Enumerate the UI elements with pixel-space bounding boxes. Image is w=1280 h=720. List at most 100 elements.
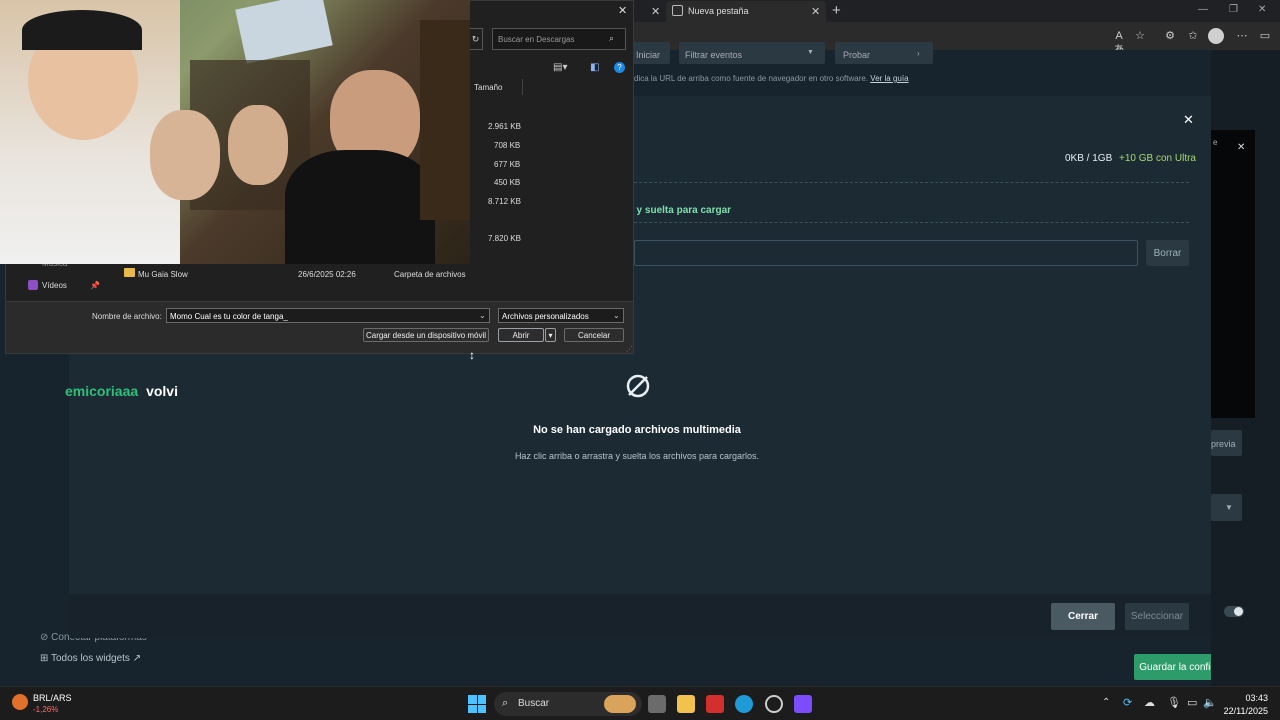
- link-icon: ⊘: [40, 632, 52, 643]
- chevron-up-icon[interactable]: ⌃: [1102, 697, 1110, 708]
- chevron-right-icon: ›: [917, 49, 920, 58]
- volume-icon[interactable]: 🔈: [1203, 696, 1217, 709]
- microphone-icon[interactable]: 🎙: [1167, 696, 1181, 709]
- person-middle: [150, 110, 220, 200]
- nav-item-videos[interactable]: Vídeos: [42, 281, 67, 290]
- cancel-button[interactable]: Cancelar: [564, 328, 624, 342]
- filename-label: Nombre de archivo:: [92, 312, 162, 321]
- search-label: Buscar: [518, 698, 550, 709]
- network-icon[interactable]: ▭: [1187, 696, 1197, 709]
- file-size: 450 KB: [494, 178, 521, 187]
- empty-title: No se han cargado archivos multimedia: [533, 424, 741, 436]
- new-tab-button[interactable]: +: [832, 2, 841, 19]
- favorites-icon[interactable]: ✩: [1186, 29, 1200, 43]
- test-button[interactable]: Probar ›: [835, 42, 933, 64]
- ticker-name[interactable]: BRL/ARS: [33, 693, 72, 703]
- menu-icon[interactable]: ⋯: [1235, 29, 1249, 43]
- start-icon[interactable]: [468, 695, 486, 713]
- pin-icon: 📌: [90, 281, 100, 290]
- profile-avatar[interactable]: [1208, 28, 1224, 44]
- close-button[interactable]: Cerrar: [1051, 603, 1115, 630]
- dropzone-border-top: [609, 182, 1189, 183]
- wps-office-icon[interactable]: [706, 695, 724, 713]
- tab-new[interactable]: Nueva pestaña ✕: [666, 1, 826, 22]
- task-view-icon[interactable]: [648, 695, 666, 713]
- file-type: Carpeta de archivos: [394, 270, 466, 279]
- modal-close-icon[interactable]: ✕: [1183, 112, 1194, 128]
- guide-link[interactable]: Ver la guía: [870, 74, 908, 83]
- clock-date[interactable]: 22/11/2025: [1220, 706, 1268, 716]
- view-options-icon[interactable]: ▤▾: [553, 62, 567, 73]
- file-size: 2.961 KB: [488, 122, 521, 131]
- hint-text: dica la URL de arriba como fuente de nav…: [634, 74, 909, 83]
- file-type-select[interactable]: Archivos personalizados ⌄: [498, 308, 624, 323]
- file-date: 26/6/2025 02:26: [298, 270, 356, 279]
- modal-footer: Cerrar Seleccionar: [69, 594, 1211, 638]
- external-link-icon: ↗: [129, 653, 142, 664]
- file-row[interactable]: Mu Gaia Slow 26/6/2025 02:26 Carpeta de …: [116, 265, 466, 283]
- taskbar-search[interactable]: ⌕ Buscar: [494, 692, 642, 716]
- filter-events-select[interactable]: Filtrar eventos ▼: [679, 42, 825, 64]
- file-explorer-icon[interactable]: [677, 695, 695, 713]
- toggle-switch[interactable]: [1224, 606, 1244, 617]
- nav-pane: Música Vídeos 📌: [6, 259, 111, 301]
- sync-icon[interactable]: ⟳: [1123, 696, 1132, 709]
- filename-input[interactable]: Momo Cual es tu color de tanga_ ⌄: [166, 308, 490, 323]
- refresh-icon[interactable]: ↻: [468, 28, 483, 50]
- file-size: 8.712 KB: [488, 197, 521, 206]
- chevron-down-icon: ▼: [1225, 503, 1233, 512]
- column-header-size[interactable]: Tamaño: [474, 83, 502, 92]
- tv-screen: [235, 0, 333, 64]
- search-input[interactable]: Buscar en Descargas ⌕: [492, 28, 626, 50]
- hair-left: [22, 10, 142, 50]
- video-editor-icon[interactable]: [794, 695, 812, 713]
- chevron-down-icon: ▼: [807, 49, 814, 56]
- open-dropdown-button[interactable]: ▾: [545, 328, 556, 342]
- preview-button[interactable]: previa: [1211, 430, 1242, 456]
- side-select[interactable]: ▼: [1211, 494, 1242, 521]
- tab-close-icon[interactable]: ✕: [811, 5, 820, 18]
- test-label: Probar: [843, 50, 871, 60]
- side-close-icon[interactable]: ✕: [1237, 142, 1245, 153]
- resize-grip-icon[interactable]: ⋰: [626, 345, 633, 353]
- favorite-star-icon[interactable]: ☆: [1133, 29, 1147, 43]
- chevron-down-icon[interactable]: ⌄: [479, 311, 486, 320]
- filename-value: Momo Cual es tu color de tanga_: [170, 312, 288, 321]
- page-icon: [672, 5, 683, 16]
- start-button[interactable]: Iniciar: [630, 42, 670, 64]
- chat-username: emicoriaaa: [65, 383, 139, 399]
- tab-close-icon[interactable]: ✕: [651, 5, 660, 18]
- file-size: 677 KB: [494, 160, 521, 169]
- preview-pane-icon[interactable]: ◧: [590, 62, 599, 73]
- open-button[interactable]: Abrir: [498, 328, 544, 342]
- search-icon: ⌕: [609, 33, 615, 43]
- close-window-button[interactable]: ✕: [1258, 4, 1266, 15]
- edge-icon[interactable]: [735, 695, 753, 713]
- sidebar-icon[interactable]: ▭: [1258, 29, 1272, 43]
- delete-button[interactable]: Borrar: [1146, 240, 1189, 266]
- side-panel-label: e: [1213, 138, 1218, 147]
- minimize-button[interactable]: —: [1198, 4, 1208, 15]
- storage-used: 0KB / 1GB: [1065, 153, 1113, 164]
- cloud-icon[interactable]: ☁: [1144, 696, 1155, 709]
- storage-upgrade-link[interactable]: +10 GB con Ultra: [1119, 153, 1196, 164]
- file-name: Mu Gaia Slow: [138, 270, 188, 279]
- search-placeholder: Buscar en Descargas: [498, 35, 575, 44]
- search-highlight-icon: [604, 695, 636, 713]
- obs-icon[interactable]: [765, 695, 783, 713]
- extension-icon[interactable]: ⚙: [1163, 29, 1177, 43]
- dialog-close-icon[interactable]: ✕: [618, 4, 627, 17]
- upload-mobile-button[interactable]: Cargar desde un dispositivo móvil: [363, 328, 489, 342]
- restore-button[interactable]: ❐: [1229, 4, 1238, 15]
- url-input[interactable]: [634, 240, 1138, 266]
- file-type-value: Archivos personalizados: [502, 312, 589, 321]
- clock-time[interactable]: 03:43: [1226, 693, 1268, 703]
- select-button[interactable]: Seleccionar: [1125, 603, 1189, 630]
- sidebar-item-label: Todos los widgets: [50, 653, 130, 664]
- chevron-down-icon: ▾: [548, 330, 553, 340]
- sidebar-item-widgets[interactable]: ⊞ Todos los widgets ↗: [40, 653, 141, 664]
- dropzone-hint[interactable]: tra y suelta para cargar: [621, 205, 731, 216]
- help-icon[interactable]: ?: [614, 62, 625, 73]
- read-aloud-icon[interactable]: Aあ: [1112, 29, 1126, 56]
- grid-icon: ⊞: [40, 653, 51, 664]
